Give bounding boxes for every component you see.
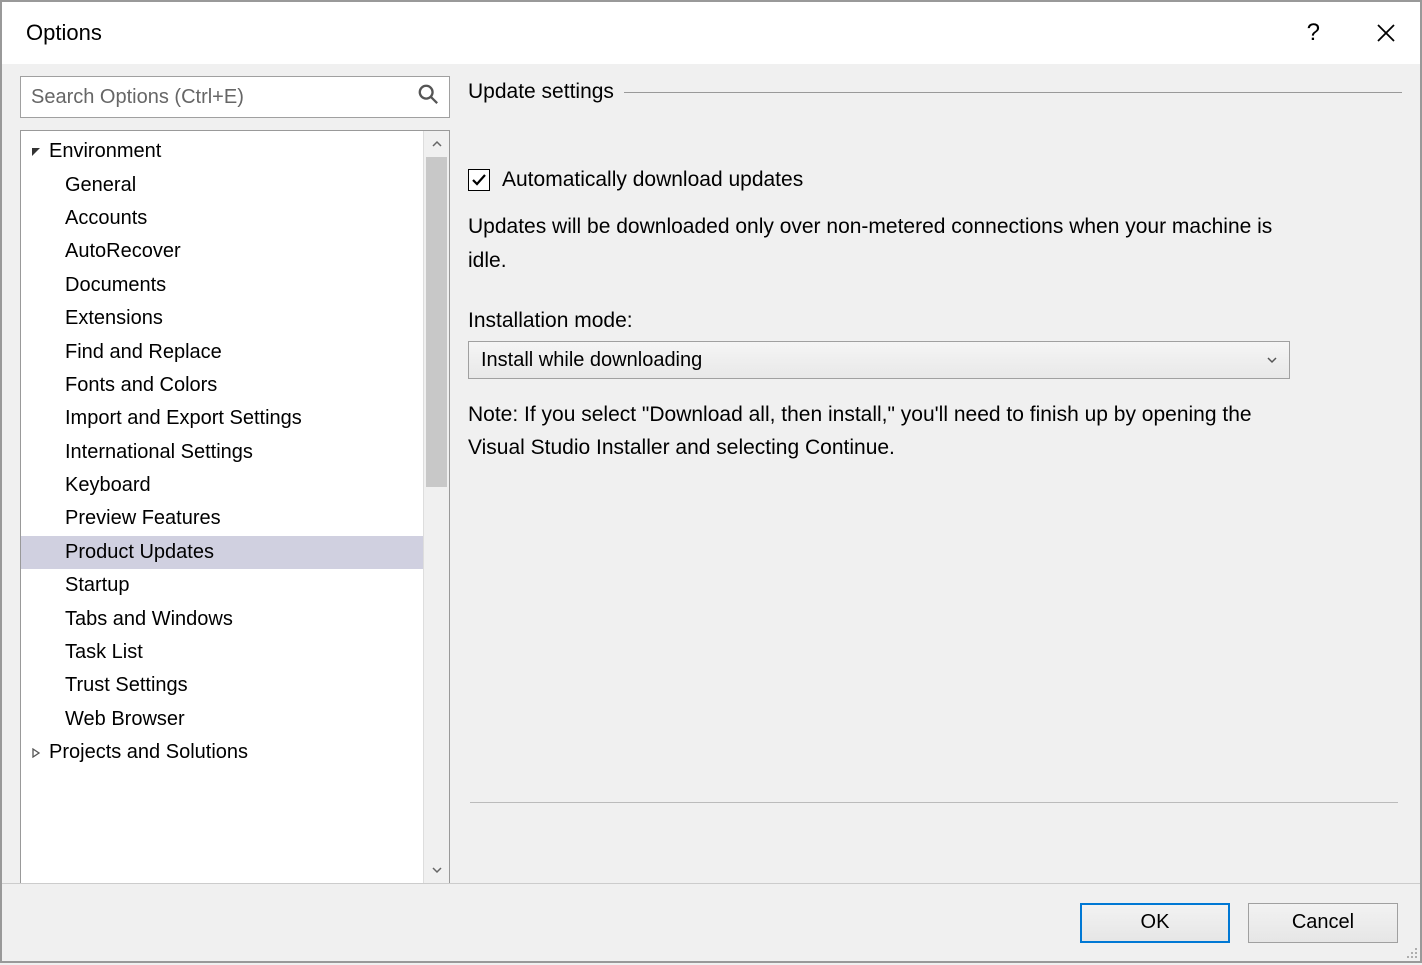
ok-button[interactable]: OK	[1080, 903, 1230, 943]
search-input[interactable]	[31, 86, 417, 109]
right-pane: Update settings Automatically download u…	[468, 76, 1402, 884]
scroll-down-icon[interactable]	[424, 857, 449, 883]
dialog-body: Environment General Accounts AutoRecover…	[2, 64, 1420, 884]
tree-label: AutoRecover	[65, 240, 181, 263]
search-icon[interactable]	[417, 83, 439, 111]
tree-label: Import and Export Settings	[65, 407, 302, 430]
dialog-footer: OK Cancel	[2, 883, 1420, 961]
cancel-button[interactable]: Cancel	[1248, 903, 1398, 943]
tree-label: International Settings	[65, 441, 253, 464]
tree-label: Documents	[65, 274, 166, 297]
titlebar: Options ?	[2, 2, 1420, 64]
tree-label: Startup	[65, 574, 129, 597]
tree-label: Trust Settings	[65, 674, 188, 697]
scroll-thumb[interactable]	[426, 157, 447, 487]
collapse-icon[interactable]	[29, 147, 43, 157]
tree-item-web-browser[interactable]: Web Browser	[21, 703, 423, 736]
tree-category-projects-solutions[interactable]: Projects and Solutions	[21, 736, 423, 769]
install-mode-note: Note: If you select "Download all, then …	[468, 399, 1298, 464]
tree-label: Web Browser	[65, 708, 185, 731]
tree-item-fonts-colors[interactable]: Fonts and Colors	[21, 369, 423, 402]
tree-label: Task List	[65, 641, 143, 664]
tree-label: Tabs and Windows	[65, 608, 233, 631]
left-pane: Environment General Accounts AutoRecover…	[20, 76, 450, 884]
expand-icon[interactable]	[29, 748, 43, 758]
section-divider	[624, 92, 1402, 93]
tree-label: Keyboard	[65, 474, 151, 497]
tree-item-accounts[interactable]: Accounts	[21, 202, 423, 235]
install-mode-label: Installation mode:	[468, 309, 1402, 333]
tree-label: Preview Features	[65, 507, 221, 530]
scroll-up-icon[interactable]	[424, 131, 449, 157]
tree-item-find-replace[interactable]: Find and Replace	[21, 335, 423, 368]
titlebar-controls: ?	[1307, 19, 1396, 47]
tree-item-documents[interactable]: Documents	[21, 269, 423, 302]
tree-item-keyboard[interactable]: Keyboard	[21, 469, 423, 502]
tree-item-preview-features[interactable]: Preview Features	[21, 502, 423, 535]
close-icon[interactable]	[1376, 23, 1396, 43]
tree-item-general[interactable]: General	[21, 168, 423, 201]
tree-item-trust-settings[interactable]: Trust Settings	[21, 669, 423, 702]
tree-label: Find and Replace	[65, 341, 222, 364]
tree-label: Accounts	[65, 207, 147, 230]
auto-download-label: Automatically download updates	[502, 168, 803, 192]
window-title: Options	[26, 20, 102, 46]
chevron-down-icon	[1267, 349, 1277, 371]
tree-label: Environment	[49, 140, 161, 163]
tree-item-extensions[interactable]: Extensions	[21, 302, 423, 335]
tree-item-autorecover[interactable]: AutoRecover	[21, 235, 423, 268]
tree-label: Fonts and Colors	[65, 374, 217, 397]
section-title: Update settings	[468, 80, 614, 104]
tree-item-import-export[interactable]: Import and Export Settings	[21, 402, 423, 435]
tree-item-task-list[interactable]: Task List	[21, 636, 423, 669]
tree-item-tabs-windows[interactable]: Tabs and Windows	[21, 602, 423, 635]
help-icon[interactable]: ?	[1307, 19, 1320, 47]
install-mode-select[interactable]: Install while downloading	[468, 341, 1290, 379]
tree-label: Extensions	[65, 307, 163, 330]
tree-item-startup[interactable]: Startup	[21, 569, 423, 602]
install-mode-value: Install while downloading	[481, 349, 702, 372]
search-box[interactable]	[20, 76, 450, 118]
footer-separator	[470, 802, 1398, 803]
tree-scrollbar[interactable]	[423, 131, 449, 883]
section-header: Update settings	[468, 80, 1402, 104]
tree-item-international[interactable]: International Settings	[21, 436, 423, 469]
tree-item-product-updates[interactable]: Product Updates	[21, 536, 423, 569]
auto-download-row: Automatically download updates	[468, 168, 1402, 192]
auto-download-description: Updates will be downloaded only over non…	[468, 210, 1288, 277]
tree-label: General	[65, 174, 136, 197]
options-tree: Environment General Accounts AutoRecover…	[20, 130, 450, 884]
scroll-track[interactable]	[424, 157, 449, 857]
tree-category-environment[interactable]: Environment	[21, 135, 423, 168]
tree-scroll: Environment General Accounts AutoRecover…	[21, 131, 423, 883]
tree-label: Projects and Solutions	[49, 741, 248, 764]
tree-label: Product Updates	[65, 541, 214, 564]
resize-grip-icon[interactable]	[1402, 943, 1418, 959]
auto-download-checkbox[interactable]	[468, 169, 490, 191]
